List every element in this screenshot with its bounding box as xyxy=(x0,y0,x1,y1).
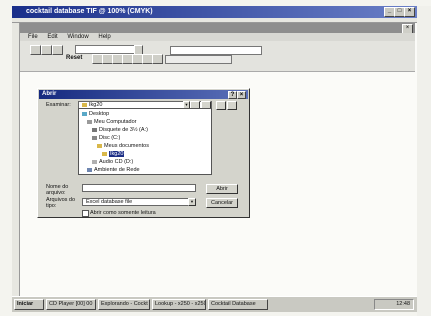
details-view-icon[interactable] xyxy=(227,101,237,110)
folder-icon xyxy=(102,151,107,156)
filetype-label: Arquivos do tipo: xyxy=(46,197,76,209)
tree-item-cd[interactable]: Audio CD (D:) xyxy=(92,159,133,165)
desktop-edge xyxy=(417,6,431,316)
dialog-close-button[interactable]: × xyxy=(237,91,246,99)
tree-label: Desktop xyxy=(89,111,110,117)
taskbar-item-cdplayer[interactable]: CD Player [00] 00 xyxy=(46,299,96,310)
tree-item-computer[interactable]: Meu Computador xyxy=(87,119,137,125)
close-button[interactable]: × xyxy=(404,7,415,17)
computer-icon xyxy=(87,119,92,124)
cancel-button[interactable]: Cancelar xyxy=(206,198,238,208)
filename-label: Nome do arquivo: xyxy=(46,184,69,196)
start-button[interactable]: Iniciar xyxy=(14,299,44,310)
tree-item-documents[interactable]: Meus documentos xyxy=(97,143,149,149)
tool-icon-7[interactable] xyxy=(152,54,163,64)
dialog-title: Abrir xyxy=(42,91,57,97)
tree-label: Meu Computador xyxy=(94,119,137,125)
tree-label: Meus documentos xyxy=(104,143,149,149)
readonly-label: Abrir como somente leitura xyxy=(90,210,156,216)
folder-icon xyxy=(97,143,102,148)
menu-bar: File Edit Window Help xyxy=(20,33,415,41)
floppy-icon xyxy=(92,127,97,132)
filename-input[interactable] xyxy=(82,184,196,192)
tree-item-network[interactable]: Ambiente de Rede xyxy=(87,167,140,173)
lookin-dropdown-list: Desktop Meu Computador Disquete de 3½ (A… xyxy=(78,108,212,175)
taskbar-item-cocktail[interactable]: Cocktail Database xyxy=(208,299,268,310)
tree-label: Ambiente de Rede xyxy=(94,167,140,173)
filetype-select[interactable]: Excel database file xyxy=(82,198,196,206)
menu-help[interactable]: Help xyxy=(98,34,110,40)
open-dialog: Abrir ? × Examinar: Ikg20 ▼ Desktop Meu … xyxy=(37,88,250,218)
folder-icon xyxy=(82,102,87,107)
hard-drive-icon xyxy=(92,135,97,140)
menu-edit[interactable]: Edit xyxy=(47,34,57,40)
toolbar-field-2[interactable] xyxy=(170,46,262,55)
vertical-ruler xyxy=(12,23,20,296)
clock: 12:48 xyxy=(396,301,410,307)
app-window-title-bar: × xyxy=(20,23,415,34)
cd-drive-icon xyxy=(92,159,97,164)
tree-label: Disquete de 3½ (A:) xyxy=(99,127,148,133)
save-icon[interactable] xyxy=(52,45,63,55)
toolbar-field-3[interactable] xyxy=(165,55,232,64)
menu-file[interactable]: File xyxy=(28,34,38,40)
taskbar-item-explorer[interactable]: Explorando - Cockt xyxy=(98,299,150,310)
window-title: cocktail database TIF @ 100% (CMYK) xyxy=(26,8,153,15)
open-icon[interactable] xyxy=(41,45,52,55)
desktop-icon xyxy=(82,111,87,116)
toolbar-field[interactable] xyxy=(75,45,142,54)
readonly-checkbox[interactable] xyxy=(82,210,89,217)
menu-window[interactable]: Window xyxy=(67,34,88,40)
filetype-dropdown-arrow[interactable]: ▼ xyxy=(188,198,196,206)
network-icon xyxy=(87,167,92,172)
new-icon[interactable] xyxy=(30,45,41,55)
lookin-label: Examinar: xyxy=(46,102,71,108)
system-tray: 12:48 xyxy=(374,299,414,310)
taskbar-item-lookup[interactable]: Lookup - x250 - x250 xyxy=(152,299,206,310)
tree-label: Disc (C:) xyxy=(99,135,121,141)
tree-item-disk-c[interactable]: Disc (C:) xyxy=(92,135,120,141)
toolbar: Reset xyxy=(20,41,415,72)
taskbar: Iniciar CD Player [00] 00 Explorando - C… xyxy=(12,296,417,312)
dialog-help-button[interactable]: ? xyxy=(228,91,237,99)
reset-label[interactable]: Reset xyxy=(66,55,82,61)
tree-label-selected: Ikg20 xyxy=(109,151,125,157)
open-button[interactable]: Abrir xyxy=(206,184,238,194)
tree-item-desktop[interactable]: Desktop xyxy=(82,111,109,117)
list-view-icon[interactable] xyxy=(216,101,226,110)
start-label: Iniciar xyxy=(17,301,34,307)
dialog-title-bar: Abrir ? × xyxy=(39,90,248,99)
tree-item-floppy[interactable]: Disquete de 3½ (A:) xyxy=(92,127,148,133)
tree-label: Audio CD (D:) xyxy=(99,159,134,165)
tree-item-ikg20[interactable]: Ikg20 xyxy=(102,151,125,157)
filetype-value: Excel database file xyxy=(86,199,133,205)
window-title-bar: cocktail database TIF @ 100% (CMYK) _ □ … xyxy=(12,6,417,18)
